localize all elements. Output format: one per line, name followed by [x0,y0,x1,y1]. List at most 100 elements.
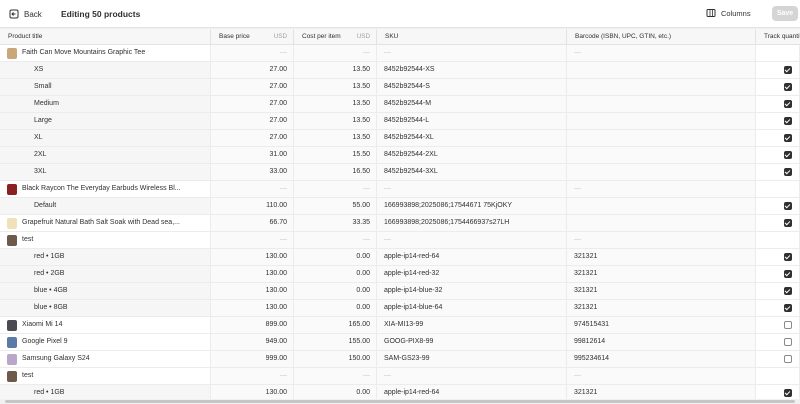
barcode-cell[interactable]: 321321 [567,266,756,282]
product-title-cell[interactable]: 2XL [0,147,211,163]
track-quantity-checkbox[interactable] [784,389,792,397]
barcode-cell[interactable] [567,79,756,95]
base-price-cell[interactable]: 27.00 [211,113,294,129]
track-quantity-checkbox[interactable] [784,151,792,159]
cost-per-item-cell[interactable]: 15.50 [294,147,377,163]
barcode-cell[interactable]: — [567,181,756,197]
barcode-cell[interactable]: 321321 [567,385,756,399]
product-title-cell[interactable]: XL [0,130,211,146]
cost-per-item-cell[interactable]: 13.50 [294,62,377,78]
product-title-cell[interactable]: Grapefruit Natural Bath Salt Soak with D… [0,215,211,231]
cost-per-item-cell[interactable]: 55.00 [294,198,377,214]
base-price-cell[interactable]: 899.00 [211,317,294,333]
sku-cell[interactable]: GOOG-PIX8-99 [377,334,567,350]
column-header-product-title[interactable]: Product title [0,29,211,45]
product-title-cell[interactable]: test [0,232,211,248]
cost-per-item-cell[interactable]: 0.00 [294,266,377,282]
base-price-cell[interactable]: 27.00 [211,96,294,112]
cost-per-item-cell[interactable]: — [294,181,377,197]
track-quantity-checkbox[interactable] [784,253,792,261]
track-quantity-checkbox[interactable] [784,219,792,227]
product-title-cell[interactable]: Default [0,198,211,214]
sku-cell[interactable]: 8452b92544-S [377,79,567,95]
cost-per-item-cell[interactable]: 0.00 [294,249,377,265]
sku-cell[interactable]: — [377,368,567,384]
track-quantity-checkbox[interactable] [784,270,792,278]
sku-cell[interactable]: — [377,232,567,248]
track-quantity-checkbox[interactable] [784,100,792,108]
base-price-cell[interactable]: 27.00 [211,130,294,146]
base-price-cell[interactable]: 130.00 [211,266,294,282]
base-price-cell[interactable]: — [211,45,294,61]
track-quantity-checkbox[interactable] [784,117,792,125]
base-price-cell[interactable]: — [211,181,294,197]
track-quantity-checkbox[interactable] [784,338,792,346]
track-quantity-checkbox[interactable] [784,321,792,329]
base-price-cell[interactable]: 130.00 [211,300,294,316]
track-quantity-checkbox[interactable] [784,202,792,210]
cost-per-item-cell[interactable]: 0.00 [294,385,377,399]
horizontal-scrollbar[interactable] [0,399,800,404]
base-price-cell[interactable]: 130.00 [211,385,294,399]
sku-cell[interactable]: apple-ip14-red-64 [377,385,567,399]
column-header-base-price[interactable]: Base price USD [211,29,294,45]
barcode-cell[interactable]: 995234614 [567,351,756,367]
cost-per-item-cell[interactable]: 150.00 [294,351,377,367]
base-price-cell[interactable]: 999.00 [211,351,294,367]
cost-per-item-cell[interactable]: 0.00 [294,283,377,299]
track-quantity-checkbox[interactable] [784,304,792,312]
sku-cell[interactable]: 8452b92544-XL [377,130,567,146]
sku-cell[interactable]: 8452b92544-L [377,113,567,129]
sku-cell[interactable]: — [377,181,567,197]
cost-per-item-cell[interactable]: 13.50 [294,113,377,129]
cost-per-item-cell[interactable]: 165.00 [294,317,377,333]
sku-cell[interactable]: 8452b92544-M [377,96,567,112]
track-quantity-checkbox[interactable] [784,134,792,142]
sku-cell[interactable]: XIA-MI13-99 [377,317,567,333]
barcode-cell[interactable] [567,113,756,129]
product-title-cell[interactable]: blue • 4GB [0,283,211,299]
barcode-cell[interactable] [567,164,756,180]
product-title-cell[interactable]: XS [0,62,211,78]
sku-cell[interactable]: apple-ip14-blue-32 [377,283,567,299]
cost-per-item-cell[interactable]: — [294,232,377,248]
barcode-cell[interactable]: 321321 [567,283,756,299]
base-price-cell[interactable]: 110.00 [211,198,294,214]
cost-per-item-cell[interactable]: 155.00 [294,334,377,350]
cost-per-item-cell[interactable]: — [294,368,377,384]
product-title-cell[interactable]: blue • 8GB [0,300,211,316]
track-quantity-checkbox[interactable] [784,66,792,74]
base-price-cell[interactable]: 130.00 [211,249,294,265]
barcode-cell[interactable] [567,62,756,78]
cost-per-item-cell[interactable]: 0.00 [294,300,377,316]
base-price-cell[interactable]: 27.00 [211,79,294,95]
column-header-cost-per-item[interactable]: Cost per item USD [294,29,377,45]
column-header-sku[interactable]: SKU [377,29,567,45]
base-price-cell[interactable]: 130.00 [211,283,294,299]
save-button[interactable]: Save [772,6,798,21]
column-header-track-quantity[interactable]: Track quantity [756,29,800,45]
barcode-cell[interactable] [567,215,756,231]
base-price-cell[interactable]: — [211,232,294,248]
track-quantity-checkbox[interactable] [784,83,792,91]
base-price-cell[interactable]: 949.00 [211,334,294,350]
cost-per-item-cell[interactable]: 16.50 [294,164,377,180]
barcode-cell[interactable] [567,130,756,146]
sku-cell[interactable]: SAM-GS23-99 [377,351,567,367]
base-price-cell[interactable]: 33.00 [211,164,294,180]
base-price-cell[interactable]: 27.00 [211,62,294,78]
sku-cell[interactable]: 8452b92544-XS [377,62,567,78]
product-title-cell[interactable]: Small [0,79,211,95]
product-title-cell[interactable]: Xiaomi Mi 14 [0,317,211,333]
barcode-cell[interactable]: 974515431 [567,317,756,333]
column-header-barcode[interactable]: Barcode (ISBN, UPC, GTIN, etc.) [567,29,756,45]
product-title-cell[interactable]: red • 2GB [0,266,211,282]
product-title-cell[interactable]: Google Pixel 9 [0,334,211,350]
base-price-cell[interactable]: 31.00 [211,147,294,163]
product-title-cell[interactable]: red • 1GB [0,249,211,265]
base-price-cell[interactable]: — [211,368,294,384]
sku-cell[interactable]: 8452b92544-2XL [377,147,567,163]
cost-per-item-cell[interactable]: 33.35 [294,215,377,231]
barcode-cell[interactable]: — [567,368,756,384]
sku-cell[interactable]: 8452b92544-3XL [377,164,567,180]
